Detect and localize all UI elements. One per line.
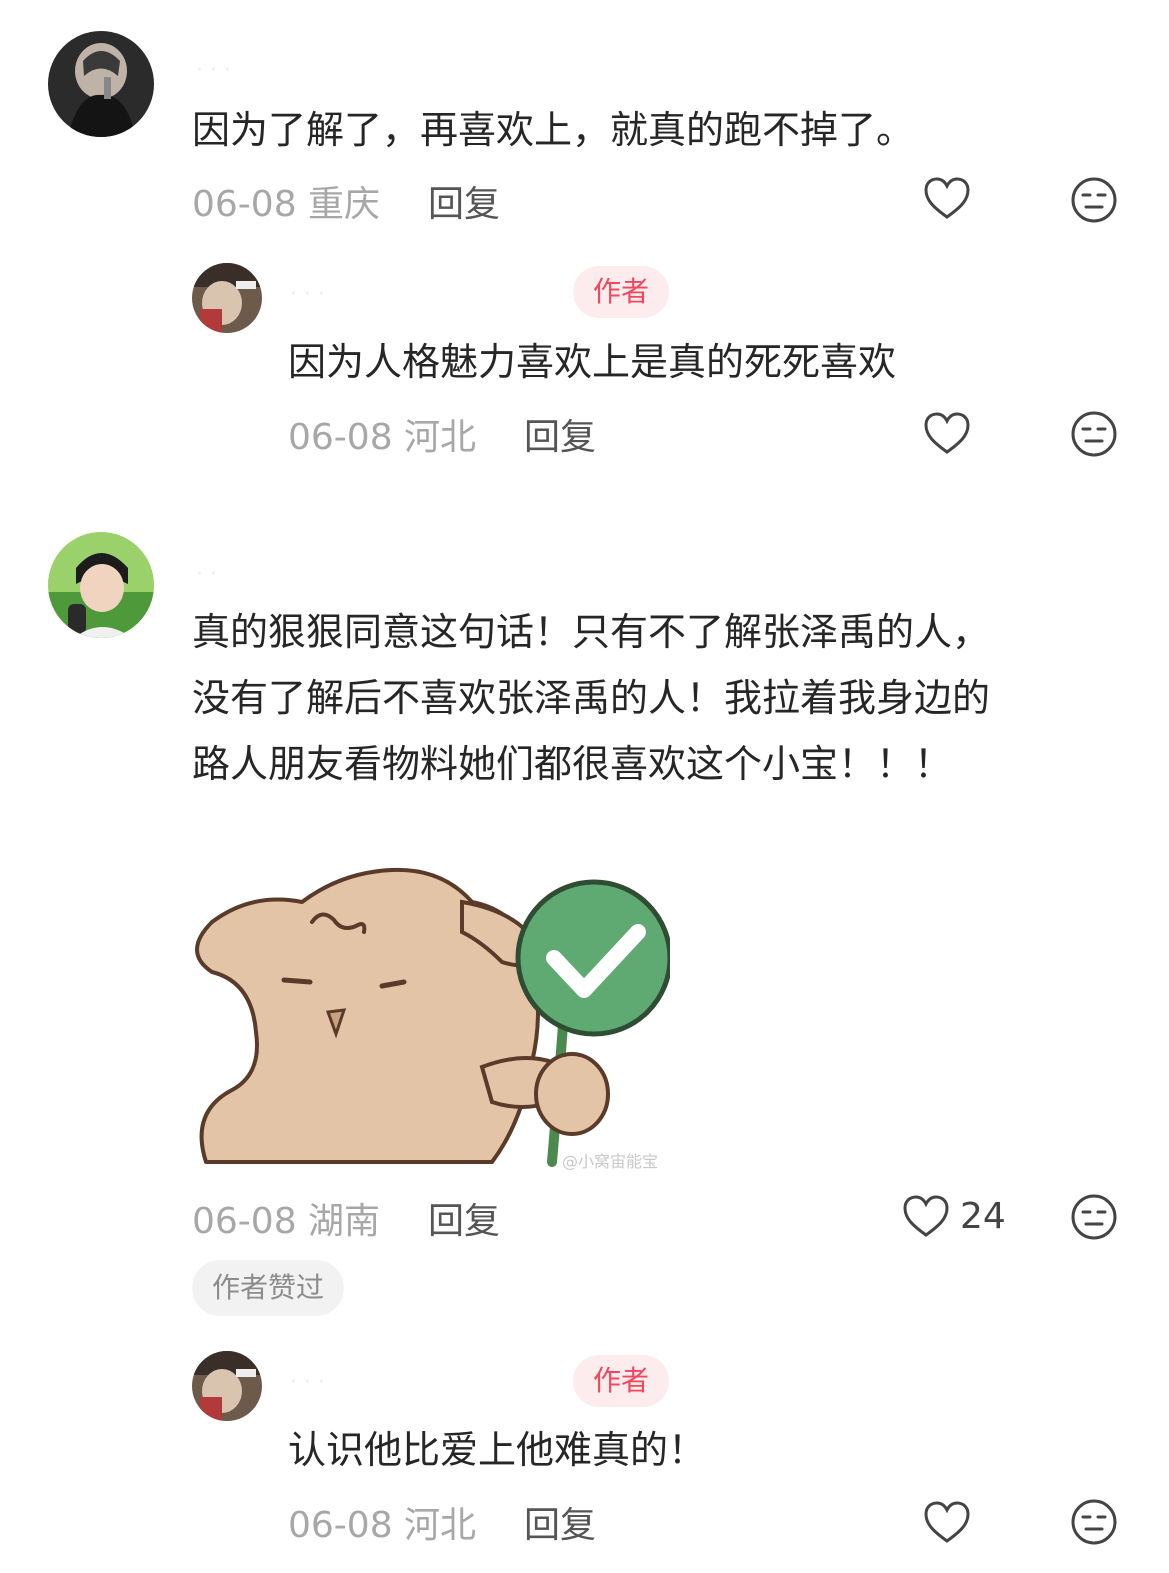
- comment-1-meta: 06-08 重庆: [192, 184, 381, 225]
- neutral-face-icon[interactable]: [1070, 1498, 1118, 1546]
- comment-2-reply-button[interactable]: 回复: [428, 1192, 500, 1244]
- comment-1-reply-button[interactable]: 回复: [428, 175, 500, 227]
- reply-1-reply-button[interactable]: 回复: [524, 408, 596, 460]
- comment-2-meta: 06-08 湖南: [192, 1201, 381, 1242]
- reply-1-text: 因为人格魅力喜欢上是真的死死喜欢: [288, 340, 897, 384]
- sticker-image[interactable]: @小窝宙能宝: [192, 862, 673, 1172]
- neutral-face-icon[interactable]: [1070, 176, 1118, 224]
- avatar-author-reply-1[interactable]: [192, 263, 262, 333]
- reply-1-meta: 06-08 河北: [288, 417, 477, 458]
- username-placeholder-1: · · ·: [196, 58, 231, 83]
- avatar-commenter-1[interactable]: [48, 31, 154, 137]
- reply-2-meta: 06-08 河北: [288, 1505, 477, 1546]
- author-tag: 作者: [573, 266, 669, 318]
- like-count: 24: [960, 1196, 1006, 1237]
- neutral-face-icon[interactable]: [1070, 1193, 1118, 1241]
- heart-outline-icon[interactable]: [923, 1500, 971, 1544]
- heart-outline-icon[interactable]: [902, 1194, 950, 1238]
- reply-2-reply-button[interactable]: 回复: [524, 1496, 596, 1548]
- neutral-face-icon[interactable]: [1070, 410, 1118, 458]
- author-username-placeholder-2: · · ·: [290, 1370, 325, 1395]
- reply-2-text: 认识他比爱上他难真的！: [288, 1428, 707, 1472]
- comment-2-text-line-2: 没有了解后不喜欢张泽禹的人！我拉着我身边的: [192, 676, 991, 720]
- heart-outline-icon[interactable]: [923, 176, 971, 220]
- author-tag: 作者: [573, 1355, 669, 1407]
- comment-2-text-line-1: 真的狠狠同意这句话！只有不了解张泽禹的人，: [192, 610, 991, 654]
- author-username-placeholder-1: · · ·: [290, 282, 325, 307]
- avatar-author-reply-2[interactable]: [192, 1351, 262, 1421]
- comment-2-text-line-3: 路人朋友看物料她们都很喜欢这个小宝！！！: [192, 742, 953, 786]
- avatar-commenter-2[interactable]: [48, 532, 154, 638]
- author-liked-badge: 作者赞过: [192, 1260, 345, 1316]
- sticker-watermark: @小窝宙能宝: [562, 1152, 659, 1171]
- comment-1-text: 因为了解了，再喜欢上，就真的跑不掉了。: [192, 108, 915, 152]
- heart-outline-icon[interactable]: [923, 411, 971, 455]
- username-placeholder-2: · ·: [196, 562, 217, 587]
